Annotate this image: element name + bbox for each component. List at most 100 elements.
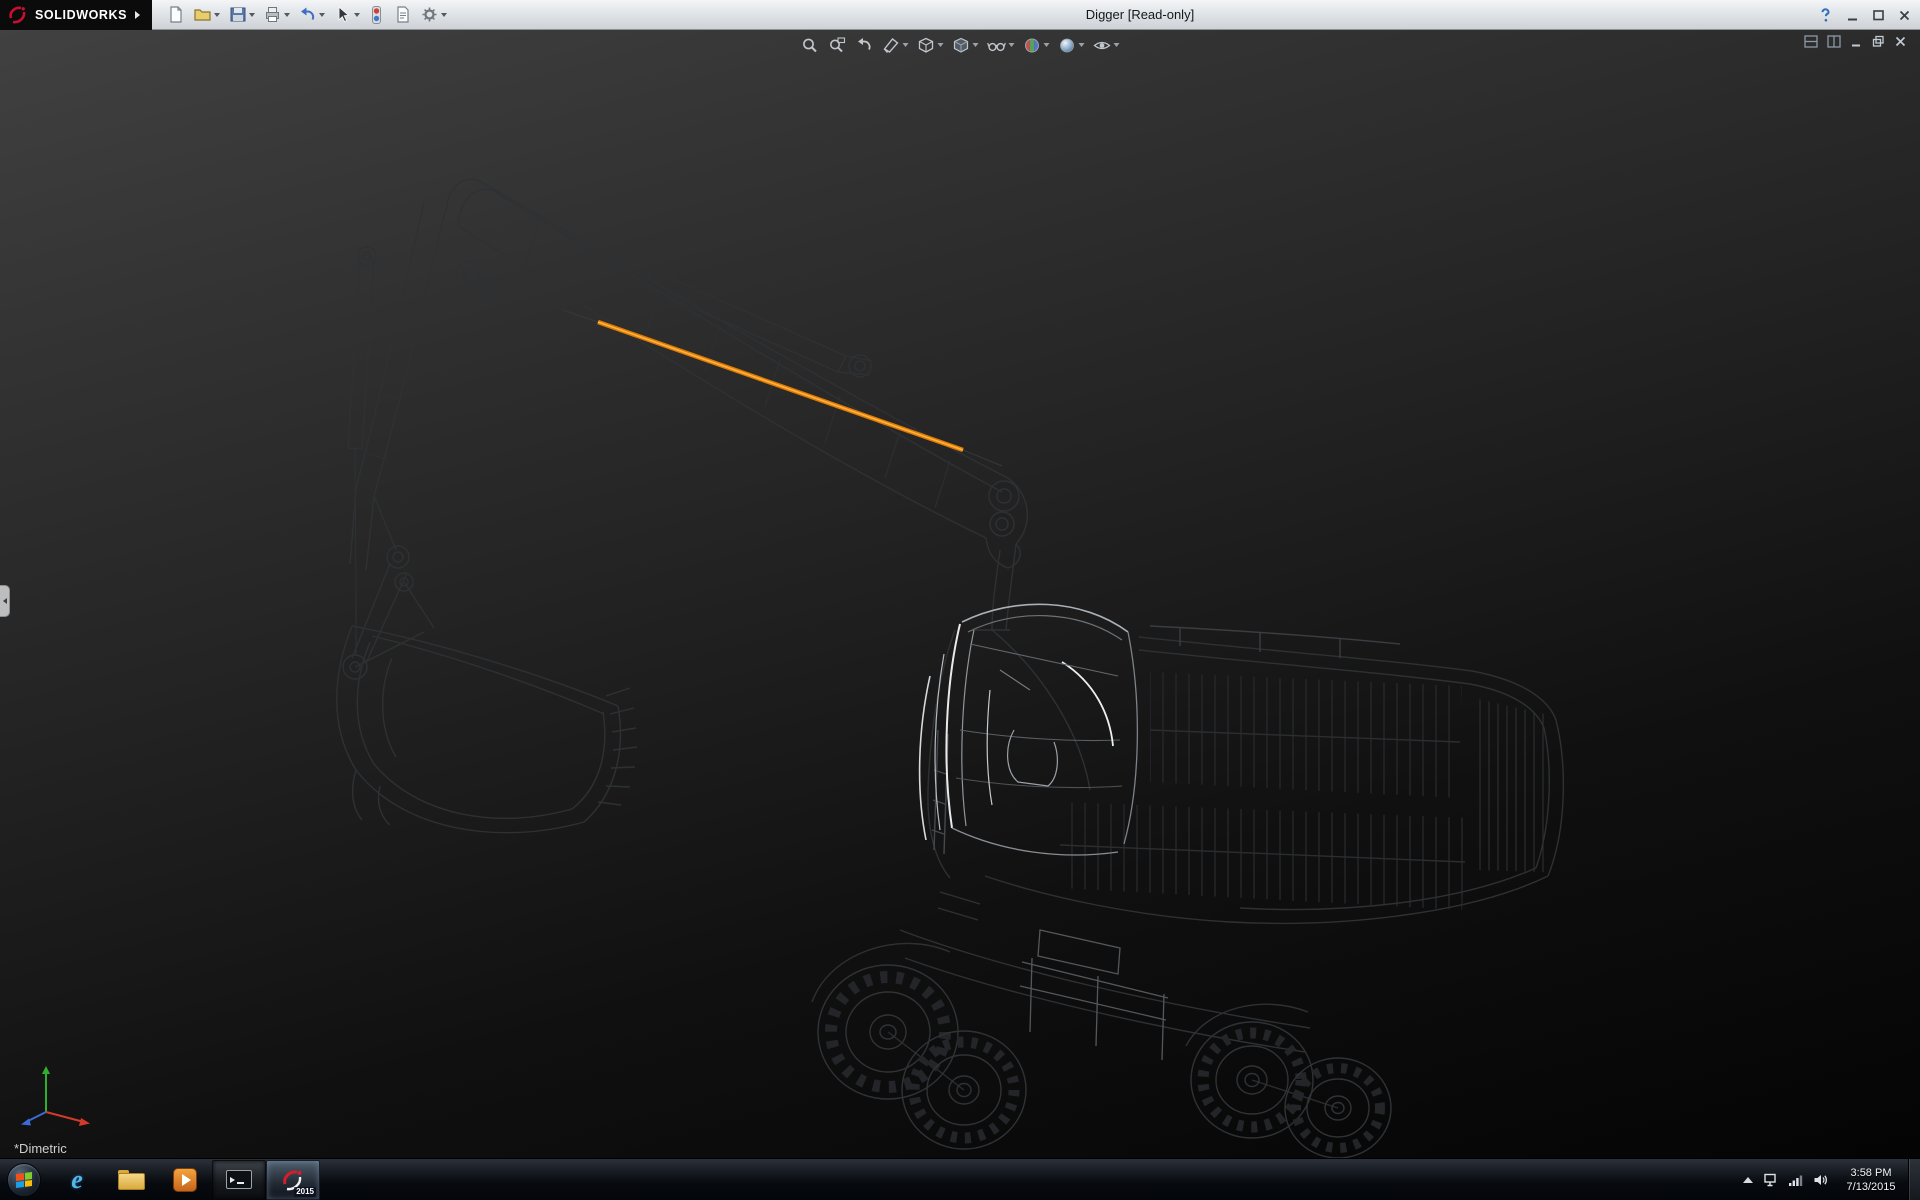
window-controls	[1817, 0, 1912, 30]
select-dropdown-arrow-icon[interactable]	[354, 13, 360, 17]
open-button[interactable]	[191, 3, 222, 27]
minimize-document-button[interactable]	[1849, 34, 1864, 49]
network-button[interactable]	[1787, 1172, 1803, 1188]
split-horizontal-icon	[1803, 34, 1819, 49]
close-document-button[interactable]	[1893, 34, 1908, 49]
volume-icon	[1812, 1172, 1828, 1188]
close-document-icon	[1893, 34, 1908, 49]
view-settings-eye-icon	[1093, 36, 1112, 55]
zoom-to-fit-button[interactable]	[798, 33, 823, 57]
solidworks-year-badge: 2015	[294, 1187, 316, 1197]
view-settings-button[interactable]	[1090, 33, 1123, 57]
undo-dropdown-arrow-icon[interactable]	[319, 13, 325, 17]
solidworks-menu[interactable]: SOLIDWORKS	[0, 0, 152, 30]
brand-menu-arrow-icon[interactable]	[135, 11, 140, 19]
view-settings-dropdown-arrow-icon[interactable]	[1114, 43, 1120, 47]
close-window-button[interactable]	[1897, 8, 1912, 23]
start-button[interactable]	[7, 1163, 41, 1197]
split-vertical-icon	[1826, 34, 1842, 49]
taskbar-item-file-explorer[interactable]	[104, 1160, 158, 1200]
split-vertical-button[interactable]	[1826, 34, 1842, 49]
system-tray	[1743, 1172, 1828, 1188]
restore-document-button[interactable]	[1871, 34, 1886, 49]
save-dropdown-arrow-icon[interactable]	[249, 13, 255, 17]
restore-document-icon	[1871, 34, 1886, 49]
print-dropdown-arrow-icon[interactable]	[284, 13, 290, 17]
brand-text: SOLIDWORKS	[35, 8, 127, 22]
taskbar-clock[interactable]: 3:58 PM 7/13/2015	[1838, 1166, 1904, 1194]
apply-scene-dropdown-arrow-icon[interactable]	[1079, 43, 1085, 47]
help-icon	[1817, 7, 1834, 24]
taskbar-item-internet-explorer[interactable]: e	[50, 1160, 104, 1200]
document-window-controls	[1803, 34, 1908, 49]
edit-appearance-button[interactable]	[1020, 33, 1053, 57]
rebuild-button[interactable]	[366, 3, 387, 27]
show-hidden-icons-icon	[1743, 1177, 1753, 1183]
hide-show-items-button[interactable]	[984, 33, 1018, 57]
select-button[interactable]	[331, 3, 362, 27]
clock-date: 7/13/2015	[1847, 1180, 1896, 1194]
hide-show-glasses-icon	[987, 36, 1007, 55]
minimize-document-icon	[1849, 34, 1864, 49]
display-style-dropdown-arrow-icon[interactable]	[973, 43, 979, 47]
show-desktop-button[interactable]	[1908, 1159, 1920, 1200]
internet-explorer-icon: e	[71, 1167, 83, 1193]
taskbar-item-command-prompt[interactable]	[212, 1160, 266, 1200]
display-style-button[interactable]	[949, 33, 982, 57]
graphics-viewport[interactable]: *Dimetric	[0, 30, 1920, 1158]
save-button[interactable]	[226, 3, 257, 27]
file-properties-button[interactable]	[391, 3, 414, 27]
safely-remove-button[interactable]	[1762, 1172, 1778, 1188]
section-view-dropdown-arrow-icon[interactable]	[903, 43, 909, 47]
section-view-button[interactable]	[879, 33, 912, 57]
volume-button[interactable]	[1812, 1172, 1828, 1188]
section-view-icon	[882, 36, 901, 55]
digger-wireframe-model[interactable]	[0, 30, 1920, 1158]
solidworks-logo-icon	[7, 4, 29, 26]
zoom-to-area-icon	[828, 36, 847, 55]
chassis-frame-highlight	[1020, 930, 1168, 1060]
open-dropdown-arrow-icon[interactable]	[214, 13, 220, 17]
view-orientation-button[interactable]	[914, 33, 947, 57]
previous-view-button[interactable]	[852, 33, 877, 57]
network-icon	[1787, 1172, 1803, 1188]
edit-appearance-dropdown-arrow-icon[interactable]	[1044, 43, 1050, 47]
wheels	[818, 965, 1391, 1158]
taskbar-item-solidworks[interactable]: 2015	[266, 1160, 320, 1200]
maximize-window-button[interactable]	[1871, 8, 1886, 23]
safely-remove-icon	[1762, 1172, 1778, 1188]
help-button[interactable]	[1817, 7, 1834, 24]
title-bar: SOLIDWORKS	[0, 0, 1920, 30]
featuremanager-splitter-tab[interactable]	[0, 585, 10, 617]
display-style-icon	[952, 36, 971, 55]
options-dropdown-arrow-icon[interactable]	[441, 13, 447, 17]
options-button[interactable]	[418, 3, 449, 27]
close-icon	[1897, 8, 1912, 23]
heads-up-view-toolbar	[798, 33, 1123, 57]
show-hidden-icons-button[interactable]	[1743, 1177, 1753, 1183]
file-explorer-icon	[118, 1170, 145, 1190]
apply-scene-ball-icon	[1058, 36, 1077, 55]
apply-scene-button[interactable]	[1055, 33, 1088, 57]
zoom-to-area-button[interactable]	[825, 33, 850, 57]
reference-triad	[8, 1058, 100, 1130]
taskbar-item-media-player[interactable]	[158, 1160, 212, 1200]
split-horizontal-button[interactable]	[1803, 34, 1819, 49]
view-orientation-dropdown-arrow-icon[interactable]	[938, 43, 944, 47]
view-orientation-cube-icon	[917, 36, 936, 55]
print-button[interactable]	[261, 3, 292, 27]
clock-time: 3:58 PM	[1851, 1166, 1892, 1180]
windows-logo-icon	[16, 1172, 32, 1188]
maximize-icon	[1871, 8, 1886, 23]
hide-show-dropdown-arrow-icon[interactable]	[1009, 43, 1015, 47]
edit-appearance-ball-icon	[1023, 36, 1042, 55]
new-document-button[interactable]	[164, 3, 187, 27]
command-prompt-icon	[226, 1170, 252, 1189]
new-document-icon	[166, 5, 185, 24]
previous-view-icon	[855, 36, 874, 55]
file-properties-icon	[393, 5, 412, 24]
undo-button[interactable]	[296, 3, 327, 27]
taskbar: e 2015	[0, 1158, 1920, 1200]
selected-edge-highlight[interactable]	[598, 322, 963, 450]
minimize-window-button[interactable]	[1845, 8, 1860, 23]
